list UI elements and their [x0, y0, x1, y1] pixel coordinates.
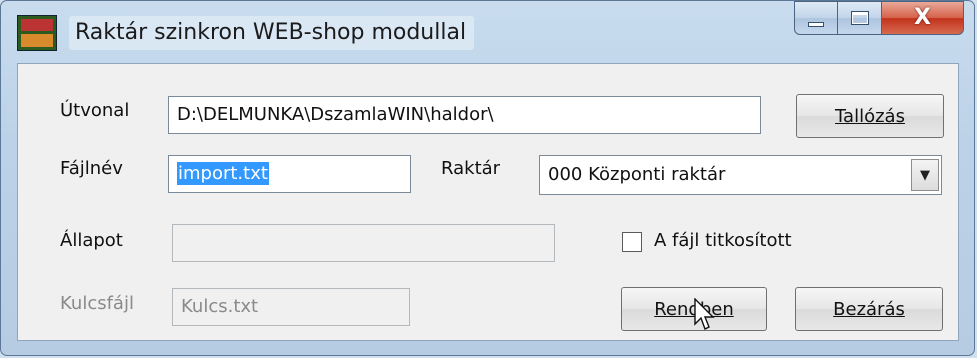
- window-title: Raktár szinkron WEB-shop modullal: [69, 16, 475, 50]
- browse-button-label: Tallózás: [835, 105, 905, 127]
- warehouse-value: 000 Központi raktár: [548, 164, 726, 185]
- dropdown-arrow-icon[interactable]: ▼: [911, 159, 939, 191]
- caption-buttons: X: [794, 1, 964, 37]
- maximize-button[interactable]: [838, 1, 882, 35]
- close-window-button[interactable]: X: [882, 1, 964, 35]
- app-window: Raktár szinkron WEB-shop modullal X Útvo…: [0, 0, 975, 356]
- keyfile-label: Kulcsfájl: [60, 293, 134, 314]
- close-button-label: Bezárás: [833, 298, 905, 320]
- dialog-body: Útvonal D:\DELMUNKA\DszamlaWIN\haldor\ T…: [17, 63, 959, 341]
- status-label: Állapot: [60, 230, 123, 251]
- status-field: [172, 224, 555, 262]
- title-bar[interactable]: Raktár szinkron WEB-shop modullal X: [1, 1, 974, 61]
- filename-value: import.txt: [177, 162, 269, 185]
- filename-field[interactable]: import.txt: [168, 155, 411, 193]
- warehouse-label: Raktár: [441, 158, 501, 179]
- browse-button[interactable]: Tallózás: [796, 94, 944, 138]
- filename-label: Fájlnév: [60, 158, 123, 179]
- close-icon: X: [914, 5, 931, 30]
- warehouse-select[interactable]: 000 Központi raktár ▼: [539, 155, 942, 195]
- minimize-icon: [808, 21, 824, 27]
- close-button[interactable]: Bezárás: [795, 287, 943, 331]
- path-field[interactable]: D:\DELMUNKA\DszamlaWIN\haldor\: [168, 96, 761, 134]
- app-icon[interactable]: [17, 15, 57, 51]
- encrypted-checkbox[interactable]: [622, 232, 642, 252]
- mouse-cursor-icon: [694, 298, 715, 330]
- encrypted-label[interactable]: A fájl titkosított: [654, 230, 792, 252]
- keyfile-field: Kulcs.txt: [172, 288, 410, 326]
- minimize-button[interactable]: [794, 1, 838, 35]
- maximize-icon: [850, 11, 869, 25]
- path-label: Útvonal: [60, 100, 130, 121]
